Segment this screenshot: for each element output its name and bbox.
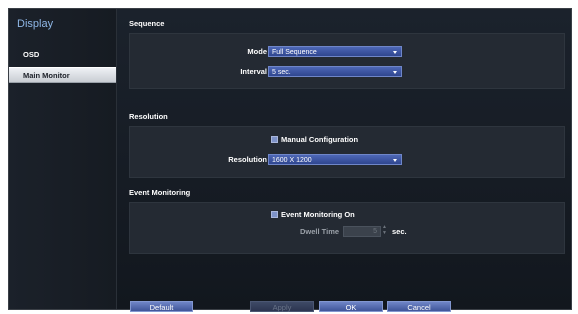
- mode-label: Mode: [247, 47, 267, 56]
- chevron-down-icon: [393, 51, 397, 54]
- resolution-panel: Manual Configuration Resolution 1600 X 1…: [129, 126, 565, 178]
- dwell-time-unit: sec.: [392, 227, 407, 236]
- dwell-time-label: Dwell Time: [300, 227, 340, 236]
- sidebar-item-main-monitor[interactable]: Main Monitor: [9, 67, 116, 83]
- chevron-down-icon: [393, 71, 397, 74]
- interval-label: Interval: [240, 67, 267, 76]
- chevron-down-icon: [393, 159, 397, 162]
- sequence-title: Sequence: [129, 19, 165, 28]
- sidebar-title: Display: [17, 18, 54, 30]
- cancel-button[interactable]: Cancel: [387, 301, 451, 312]
- default-button[interactable]: Default: [130, 301, 193, 312]
- event-monitoring-label: Event Monitoring On: [281, 210, 355, 219]
- resolution-title: Resolution: [129, 112, 168, 121]
- manual-configuration-checkbox[interactable]: [271, 136, 278, 143]
- resolution-select-value: 1600 X 1200: [272, 157, 312, 164]
- mode-select-value: Full Sequence: [272, 49, 317, 56]
- main-monitor-settings-window: Display OSD Main Monitor Sequence Mode F…: [8, 8, 572, 312]
- event-monitoring-panel: Event Monitoring On Dwell Time 5 ▲ ▼ sec…: [129, 202, 565, 254]
- main-content: Sequence Mode Full Sequence Interval 5 s…: [117, 9, 571, 312]
- mode-select[interactable]: Full Sequence: [268, 46, 402, 57]
- resolution-select[interactable]: 1600 X 1200: [268, 154, 402, 165]
- resolution-label: Resolution: [228, 155, 267, 164]
- ok-button[interactable]: OK: [319, 301, 383, 312]
- interval-select[interactable]: 5 sec.: [268, 66, 402, 77]
- spin-down-icon[interactable]: ▼: [382, 231, 387, 236]
- manual-configuration-label: Manual Configuration: [281, 135, 359, 144]
- event-monitoring-checkbox[interactable]: [271, 211, 278, 218]
- sequence-panel: Mode Full Sequence Interval 5 sec.: [129, 33, 565, 89]
- dwell-time-input[interactable]: 5: [343, 226, 381, 237]
- sidebar: Display OSD Main Monitor: [9, 9, 117, 309]
- event-monitoring-title: Event Monitoring: [129, 188, 191, 197]
- apply-button[interactable]: Apply: [250, 301, 314, 312]
- interval-select-value: 5 sec.: [272, 69, 291, 76]
- sidebar-item-osd[interactable]: OSD: [9, 47, 116, 63]
